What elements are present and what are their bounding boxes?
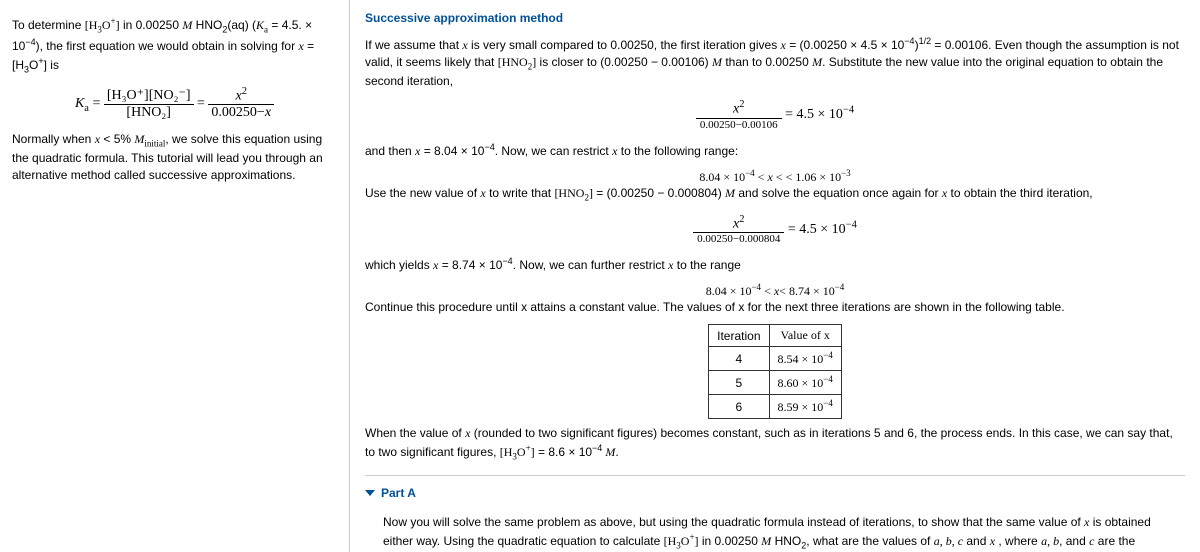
- range2: 8.04 × 10−4 < x< 8.74 × 10−4: [365, 282, 1185, 299]
- note-paragraph: Normally when x < 5% Minitial, we solve …: [12, 131, 337, 184]
- p3: Use the new value of x to write that [HN…: [365, 185, 1185, 204]
- p6: When the value of x (rounded to two sign…: [365, 425, 1185, 463]
- section-title: Successive approximation method: [365, 10, 1185, 27]
- range1: 8.04 × 10−4 < x < < 1.06 × 10−3: [365, 168, 1185, 185]
- question-text: Now you will solve the same problem as a…: [383, 514, 1167, 552]
- part-a-header[interactable]: Part A: [365, 486, 1185, 500]
- chevron-down-icon: [365, 490, 375, 496]
- right-panel: Successive approximation method If we as…: [350, 0, 1200, 552]
- p5: Continue this procedure until x attains …: [365, 299, 1185, 316]
- ka-formula: Ka = [H₃O⁺][NO₂⁻] [HNO₂] = x2 0.00250−x: [12, 86, 337, 122]
- p2: and then x = 8.04 × 10−4. Now, we can re…: [365, 141, 1185, 160]
- left-panel: To determine [H3O+] in 0.00250 M HNO2(aq…: [0, 0, 350, 552]
- eq-iter3: x2 0.00250−0.000804 = 4.5 × 10−4: [365, 214, 1185, 246]
- eq-iter2: x2 0.00250−0.00106 = 4.5 × 10−4: [365, 99, 1185, 131]
- p4: which yields x = 8.74 × 10−4. Now, we ca…: [365, 255, 1185, 274]
- intro-paragraph: To determine [H3O+] in 0.00250 M HNO2(aq…: [12, 15, 337, 76]
- p1: If we assume that x is very small compar…: [365, 35, 1185, 90]
- iteration-table: IterationValue of x 48.54 × 10−4 58.60 ×…: [708, 324, 842, 419]
